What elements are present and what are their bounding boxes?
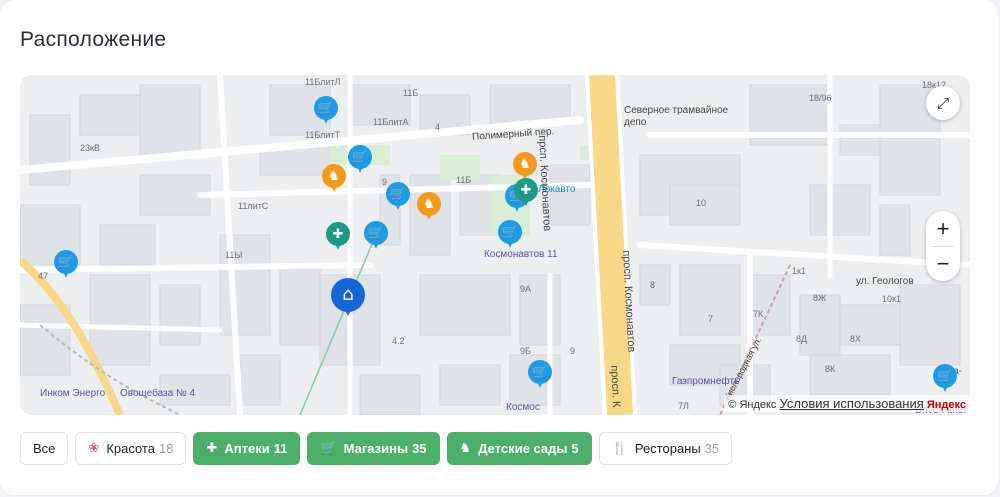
filter-pharmacies[interactable]: ✚ Аптеки 11 [193, 432, 301, 465]
cutlery-icon: 🍴 [611, 441, 628, 456]
house-number: 10 [696, 198, 707, 208]
house-number: 23кВ [80, 143, 100, 153]
house-number: 7 [708, 314, 714, 324]
rocking-horse-icon: ♞ [459, 441, 472, 456]
house-number: 8К [825, 364, 836, 374]
house-number: 11БлитТ [305, 130, 341, 140]
house-number: 9 [570, 346, 576, 356]
filter-kindergartens[interactable]: ♞ Детские сады 5 [446, 432, 592, 465]
terms-of-use-link[interactable]: Условия использования [780, 396, 924, 411]
poi-lokavto[interactable]: Локавто [538, 184, 575, 195]
poi-inkom-energo[interactable]: Инком Энерго [40, 388, 105, 399]
shop-marker[interactable]: 🛒 [314, 96, 338, 126]
poi-kosmonavtov-11[interactable]: Космонавтов 11 [484, 249, 558, 260]
street-label-kosmonavtov-3: просп. К [608, 365, 623, 408]
yandex-logo[interactable]: Яндекс [927, 399, 966, 411]
house-number: 11Б [403, 88, 419, 98]
lotus-icon: ❀ [88, 441, 100, 456]
house-number: 11литС [238, 201, 269, 211]
pharmacy-marker[interactable]: ✚ [326, 222, 350, 252]
house-number: 1к1 [792, 266, 806, 276]
house-number: 11БлитА [373, 117, 409, 127]
house-number: 11Б [456, 175, 472, 185]
house-number: 9А [520, 284, 532, 294]
house-number: 8Ж [813, 293, 827, 303]
poi-filter-bar: Все ❀ Красота 18 ✚ Аптеки 11 🛒 Магазины … [20, 432, 733, 465]
shop-marker[interactable]: 🛒 [498, 220, 522, 250]
house-number: 7Л [678, 401, 689, 411]
house-number: 4.2 [392, 336, 405, 346]
zoom-out-button[interactable]: − [926, 246, 960, 281]
house-number: 4 [435, 122, 441, 132]
house-number: 8Д [796, 334, 808, 344]
filter-beauty[interactable]: ❀ Красота 18 [75, 432, 187, 465]
fullscreen-button[interactable]: ⤢ [926, 86, 960, 120]
shop-marker[interactable]: 🛒 [528, 360, 552, 390]
poi-tram-depot[interactable]: Северное трамвайное депо [624, 105, 734, 129]
poi-ovoshebaza[interactable]: Овощебаза № 4 [120, 388, 195, 399]
house-number: 10к1 [882, 294, 901, 304]
expand-icon: ⤢ [936, 94, 949, 112]
section-title: Расположение [20, 28, 167, 51]
poi-kosmos[interactable]: Космос [506, 402, 540, 413]
kindergarten-marker[interactable]: ♞ [322, 164, 346, 194]
shop-marker[interactable]: 🛒 [364, 221, 388, 251]
street-label-geologov: ул. Геологов [856, 276, 914, 287]
filter-shops[interactable]: 🛒 Магазины 35 [307, 432, 440, 465]
house-number: 8Х [850, 334, 862, 344]
map-copyright: © Яндекс Условия использования Яндекс [724, 395, 970, 412]
shop-marker[interactable]: 🛒 [933, 364, 957, 394]
map-view[interactable]: Полимерный пер. прсп. Космонавтов просп.… [20, 75, 970, 415]
house-number: 11Ы [225, 250, 243, 260]
zoom-in-button[interactable]: + [926, 211, 960, 246]
house-number: 7К [753, 309, 764, 319]
house-number: 18/96 [809, 93, 832, 103]
pharmacy-marker[interactable]: ✚ [514, 178, 538, 208]
zoom-control: + − [926, 211, 960, 281]
shop-marker[interactable]: 🛒 [386, 182, 410, 212]
property-location-marker[interactable]: ⌂ [331, 278, 365, 318]
shop-marker[interactable]: 🛒 [348, 145, 372, 175]
kindergarten-marker[interactable]: ♞ [417, 192, 441, 222]
basket-icon: 🛒 [320, 441, 337, 456]
location-card: Расположение Полимерный пер. прсп. Космо… [0, 0, 998, 495]
house-number: 8 [650, 280, 656, 290]
house-number: 11БлитЛ [305, 77, 341, 87]
filter-all[interactable]: Все [20, 432, 69, 465]
house-number: 9Б [520, 346, 531, 356]
pharmacy-icon: ✚ [206, 441, 218, 456]
shop-marker[interactable]: 🛒 [54, 250, 78, 280]
house-number: 47 [38, 271, 49, 281]
poi-gazpromneft[interactable]: Газпромнефть [672, 376, 739, 387]
filter-restaurants[interactable]: 🍴 Рестораны 35 [598, 432, 733, 465]
